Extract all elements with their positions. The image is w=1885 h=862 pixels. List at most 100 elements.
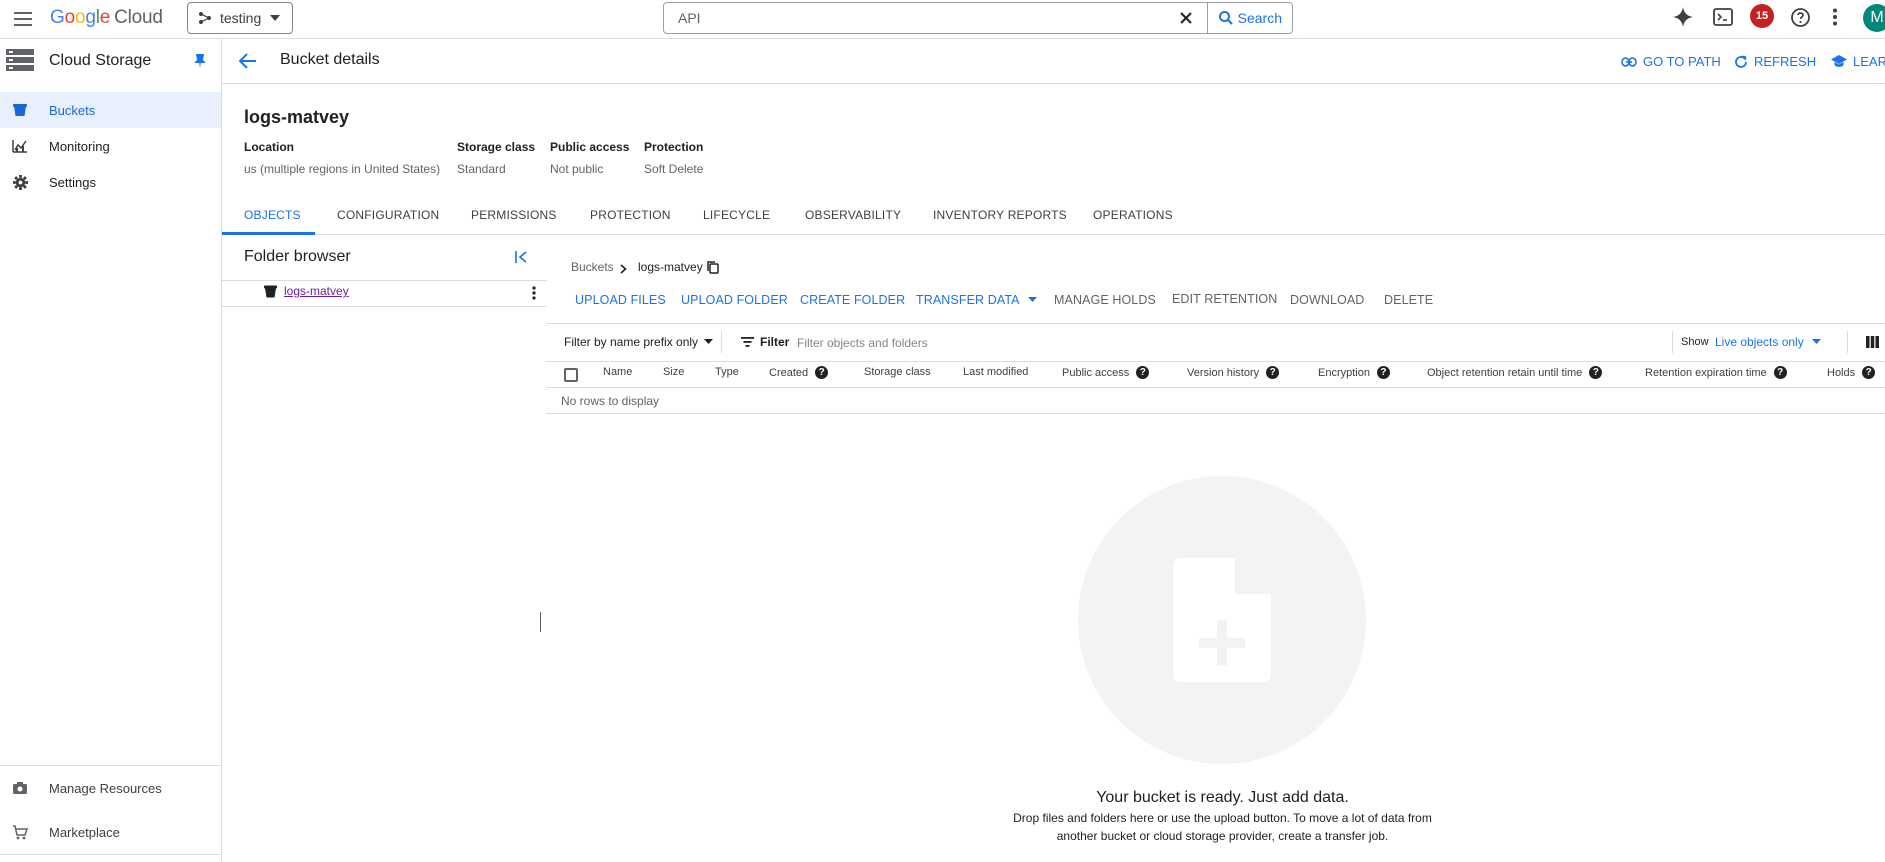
pin-icon[interactable] [193, 53, 207, 69]
clear-search-icon[interactable] [1179, 11, 1193, 25]
upload-files-button[interactable]: UPLOAD FILES [575, 293, 666, 307]
create-folder-button[interactable]: CREATE FOLDER [800, 293, 905, 307]
folder-browser-divider [222, 280, 547, 281]
bucket-icon [0, 103, 40, 117]
show-live-objects-select[interactable]: Live objects only [1715, 335, 1821, 349]
chevron-down-icon [1027, 297, 1037, 303]
tab-protection[interactable]: PROTECTION [590, 208, 671, 236]
delete-button[interactable]: DELETE [1384, 293, 1433, 307]
edit-retention-button[interactable]: EDIT RETENTION [1172, 292, 1277, 306]
help-icon[interactable]: ? [1773, 366, 1787, 379]
product-title: Cloud Storage [49, 52, 152, 69]
protection-value: Soft Delete [644, 162, 704, 176]
monitoring-icon [0, 139, 40, 153]
protection-label: Protection [644, 140, 704, 154]
help-icon[interactable] [1790, 7, 1811, 28]
refresh-button[interactable]: REFRESH [1734, 54, 1816, 69]
panel-resize-handle[interactable] [540, 612, 541, 632]
tab-inventory-reports[interactable]: INVENTORY REPORTS [933, 208, 1067, 236]
project-name: testing [220, 10, 262, 26]
refresh-icon [1734, 55, 1748, 69]
project-picker[interactable]: testing [187, 2, 293, 34]
column-header-storage-class[interactable]: Storage class [864, 366, 931, 378]
column-header-encryption[interactable]: Encryption? [1318, 366, 1390, 379]
tab-lifecycle[interactable]: LIFECYCLE [703, 208, 770, 236]
more-vert-icon[interactable] [532, 286, 536, 300]
breadcrumb-buckets[interactable]: Buckets [571, 260, 614, 274]
empty-state-line2: another bucket or cloud storage provider… [1056, 829, 1389, 843]
tab-configuration[interactable]: CONFIGURATION [337, 208, 439, 236]
column-header-type[interactable]: Type [715, 366, 739, 378]
go-to-path-button[interactable]: GO TO PATH [1621, 54, 1721, 69]
tab-observability[interactable]: OBSERVABILITY [805, 208, 901, 236]
chevron-down-icon [1811, 339, 1821, 345]
help-icon[interactable]: ? [1589, 366, 1603, 379]
upload-folder-button[interactable]: UPLOAD FOLDER [681, 293, 788, 307]
empty-state-line1: Drop files and folders here or use the u… [1013, 811, 1432, 825]
gear-icon [0, 174, 40, 190]
google-cloud-logo[interactable]: Google Cloud [50, 7, 163, 29]
column-header-created[interactable]: Created? [769, 366, 829, 379]
search-icon [1218, 10, 1234, 26]
top-bar: Google Cloud testing API Search 15 M [0, 0, 1885, 39]
folder-tree-root-link[interactable]: logs-matvey [284, 284, 349, 298]
column-header-name[interactable]: Name [603, 366, 632, 378]
search-button[interactable]: Search [1206, 3, 1292, 33]
column-header-last-modified[interactable]: Last modified [963, 366, 1028, 378]
column-header-version-history[interactable]: Version history? [1187, 366, 1280, 379]
copy-icon[interactable] [707, 261, 719, 274]
manage-holds-button[interactable]: MANAGE HOLDS [1054, 293, 1156, 307]
empty-state-title: Your bucket is ready. Just add data. [1096, 789, 1349, 806]
cart-icon [0, 824, 40, 840]
public-access-value: Not public [550, 162, 604, 176]
sidebar-item-marketplace[interactable]: Marketplace [0, 814, 221, 850]
bucket-name: logs-matvey [244, 107, 350, 127]
filter-mode-select[interactable]: Filter by name prefix only [564, 335, 714, 349]
tab-permissions[interactable]: PERMISSIONS [471, 208, 557, 236]
download-button[interactable]: DOWNLOAD [1290, 293, 1364, 307]
back-arrow-icon[interactable] [239, 53, 257, 69]
sidebar-item-settings[interactable]: Settings [0, 164, 221, 200]
show-label: Show [1681, 336, 1709, 348]
notifications-badge[interactable]: 15 [1750, 4, 1774, 28]
learn-button[interactable]: LEARN [1831, 54, 1885, 69]
avatar[interactable]: M [1863, 4, 1885, 32]
transfer-data-button[interactable]: TRANSFER DATA [916, 293, 1037, 307]
column-header-holds[interactable]: Holds? [1827, 366, 1876, 379]
column-header-size[interactable]: Size [663, 366, 684, 378]
filter-button[interactable]: Filter [741, 335, 789, 349]
chevron-down-icon [269, 14, 281, 22]
sidebar-item-monitoring[interactable]: Monitoring [0, 128, 221, 164]
filter-input[interactable]: Filter objects and folders [797, 336, 928, 350]
menu-icon[interactable] [12, 9, 34, 29]
select-all-checkbox[interactable] [564, 368, 578, 382]
help-icon[interactable]: ? [1376, 366, 1390, 379]
column-display-icon[interactable] [1866, 336, 1879, 348]
column-header-object-retention[interactable]: Object retention retain until time? [1427, 366, 1603, 379]
help-icon[interactable]: ? [815, 366, 829, 379]
cloud-shell-icon[interactable] [1713, 8, 1733, 26]
more-vert-icon[interactable] [1832, 8, 1838, 26]
search-bar[interactable]: API Search [663, 2, 1293, 34]
help-icon[interactable]: ? [1266, 366, 1280, 379]
columns-separator [1847, 331, 1848, 353]
school-icon [1831, 55, 1847, 68]
bucket-icon [264, 285, 277, 298]
chevron-right-icon [620, 264, 627, 274]
empty-state-illustration [1078, 476, 1366, 764]
help-icon[interactable]: ? [1136, 366, 1150, 379]
table-bottom-divider [546, 413, 1885, 414]
help-icon[interactable]: ? [1862, 366, 1876, 379]
collapse-panel-icon[interactable] [514, 250, 528, 264]
sidebar-item-buckets[interactable]: Buckets [0, 92, 221, 128]
active-tab-indicator [222, 232, 315, 235]
search-input[interactable]: API [664, 10, 1179, 26]
storage-class-label: Storage class [457, 140, 536, 154]
column-header-retention-expiration[interactable]: Retention expiration time? [1645, 366, 1787, 379]
gemini-sparkle-icon[interactable] [1672, 6, 1694, 28]
storage-product-icon [6, 49, 34, 71]
column-header-public-access[interactable]: Public access? [1062, 366, 1150, 379]
sidebar-item-manage-resources[interactable]: Manage Resources [0, 770, 221, 806]
add-file-icon [1173, 558, 1271, 682]
tab-operations[interactable]: OPERATIONS [1093, 208, 1173, 236]
